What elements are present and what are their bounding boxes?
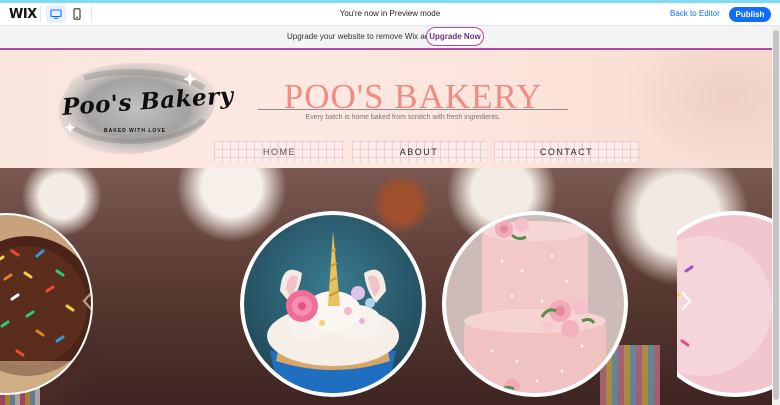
- preview-mode-message: You're now in Preview mode: [339, 9, 441, 18]
- site-title: POO'S BAKERY: [283, 77, 543, 116]
- upgrade-banner: Upgrade your website to remove Wix ads U…: [0, 26, 772, 50]
- upgrade-message: Upgrade your website to remove Wix ads: [287, 32, 434, 41]
- unicorn-cupcake-slide-image[interactable]: [240, 211, 426, 397]
- scrollbar-thumb[interactable]: [773, 30, 779, 400]
- nav-home[interactable]: HOME: [214, 141, 345, 162]
- gallery-next-button[interactable]: [678, 290, 694, 312]
- nav-contact[interactable]: CONTACT: [494, 141, 639, 162]
- site-tagline: Every batch is home baked from scratch w…: [305, 114, 501, 121]
- wix-preview-toolbar: WIX You're now in Preview mode Back to E…: [0, 3, 780, 26]
- nav-about[interactable]: ABOUT: [352, 141, 486, 162]
- upgrade-now-button[interactable]: Upgrade Now: [426, 27, 484, 46]
- gallery-prev-button[interactable]: [80, 290, 96, 312]
- chevron-left-icon: [82, 291, 93, 311]
- publish-button[interactable]: Publish: [729, 7, 771, 22]
- title-underline: [258, 109, 568, 110]
- back-to-editor-link[interactable]: Back to Editor: [670, 9, 720, 18]
- chevron-right-icon: [681, 291, 692, 311]
- logo-tagline: BAKED WITH LOVE: [104, 128, 166, 134]
- pink-rose-cake-slide-image[interactable]: [442, 211, 628, 397]
